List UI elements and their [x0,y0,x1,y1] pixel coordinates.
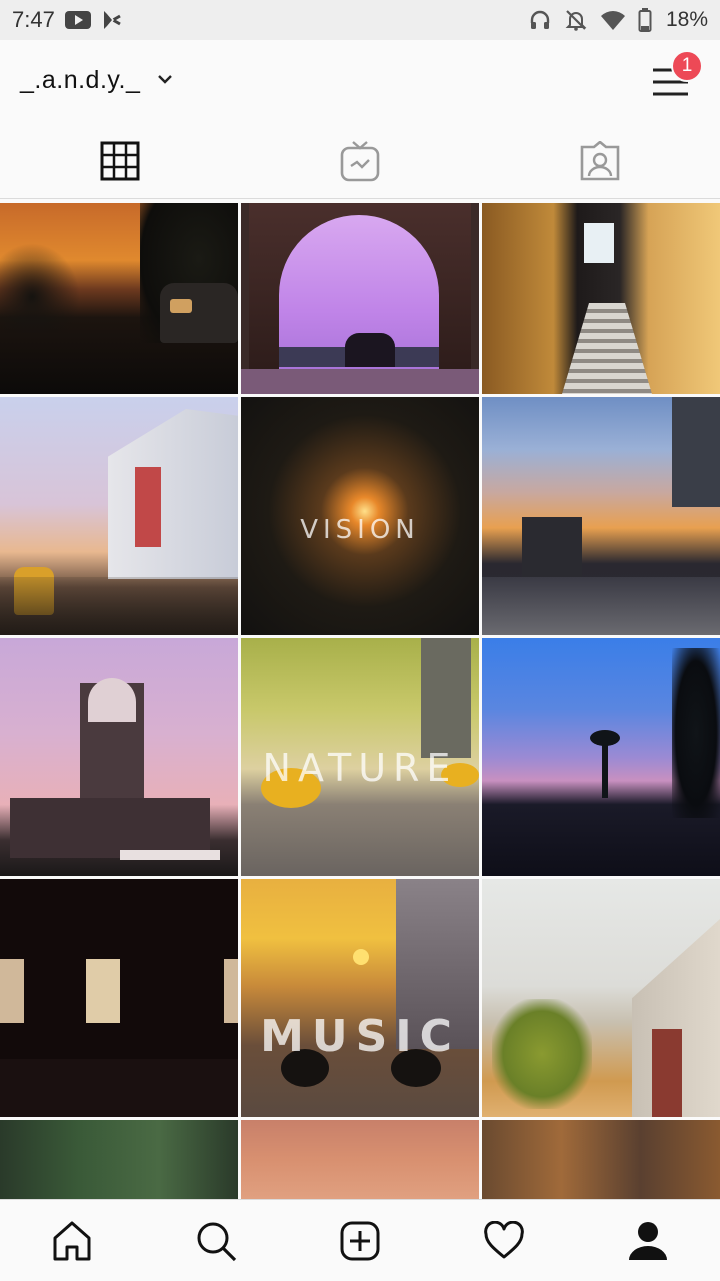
notification-badge: 1 [671,50,703,82]
post-thumbnail[interactable] [482,1120,720,1199]
bottom-navigation [0,1199,720,1281]
nav-activity[interactable] [432,1200,576,1281]
post-thumbnail[interactable] [482,638,720,876]
post-thumbnail[interactable] [241,203,479,394]
tagged-photos-icon [580,141,620,181]
post-thumbnail[interactable] [0,397,238,635]
post-thumbnail[interactable] [0,638,238,876]
notifications-off-icon [565,10,587,31]
chevron-down-icon[interactable] [156,70,174,88]
post-thumbnail[interactable] [482,879,720,1117]
post-overlay-text: MUSIC [260,1011,460,1062]
home-icon [53,1221,91,1260]
nav-add[interactable] [288,1200,432,1281]
wifi-icon [600,11,625,30]
add-post-icon [340,1221,380,1260]
status-time: 7:47 [12,7,55,32]
grid-icon [100,141,140,181]
grid-tab[interactable] [0,124,240,198]
username-switcher[interactable]: _.a.n.d.y._ [20,66,140,95]
youtube-icon [64,11,91,29]
post-thumbnail[interactable] [0,879,238,1117]
post-thumbnail[interactable]: VISION [241,397,479,635]
post-thumbnail[interactable] [482,397,720,635]
post-overlay-text: NATURE [262,746,458,790]
nav-profile[interactable] [576,1200,720,1281]
heart-icon [484,1220,524,1258]
post-thumbnail[interactable] [0,1120,238,1199]
status-bar: 7:47 18% [0,0,720,40]
headphones-icon [530,10,550,29]
play-store-icon [103,11,121,29]
battery-icon [638,8,652,32]
igtv-tab[interactable] [240,124,480,198]
profile-icon [629,1221,667,1260]
nav-search[interactable] [144,1200,288,1281]
post-thumbnail[interactable]: MUSIC [241,879,479,1117]
post-overlay-text: VISION [300,515,420,545]
nav-home[interactable] [0,1200,144,1281]
post-thumbnail[interactable] [0,203,238,394]
tagged-tab[interactable] [480,124,720,198]
profile-header: _.a.n.d.y._ 1 [0,40,720,124]
battery-percentage: 18% [665,8,708,31]
igtv-icon [340,141,380,182]
posts-grid: VISION NATURE MUSIC [0,203,720,1199]
profile-tabs [0,124,720,199]
post-thumbnail[interactable] [482,203,720,394]
post-thumbnail[interactable]: NATURE [241,638,479,876]
search-icon [197,1222,237,1261]
post-thumbnail[interactable] [241,1120,479,1199]
